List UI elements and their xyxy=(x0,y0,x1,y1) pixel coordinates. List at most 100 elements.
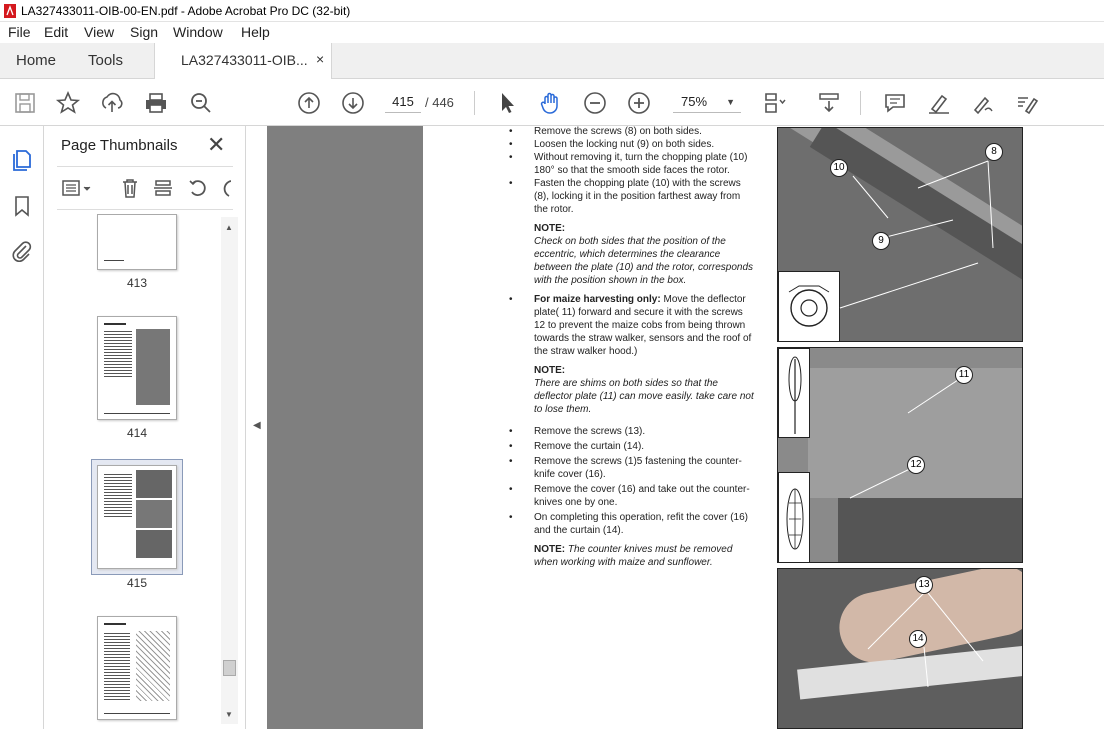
scrollbar-thumb[interactable] xyxy=(223,660,236,676)
page-total: / 446 xyxy=(425,95,454,110)
callout-13: 13 xyxy=(915,576,933,594)
attachments-paperclip-icon[interactable] xyxy=(10,239,34,263)
list-item-text: Loosen the locking nut (9) on both sides… xyxy=(534,139,715,150)
print-icon[interactable] xyxy=(143,90,169,116)
note-title: NOTE: xyxy=(534,365,566,376)
note-text: Check on both sides that the position of… xyxy=(534,236,754,286)
upload-icon[interactable] xyxy=(99,90,125,116)
list-item: • Remove the cover (16) and take out the … xyxy=(509,484,750,508)
highlight-pen-icon[interactable] xyxy=(926,90,952,116)
zoom-out-icon[interactable] xyxy=(582,90,608,116)
list-item-text: Fasten the chopping plate (10) with the … xyxy=(534,178,741,215)
thumbnail-scrollbar[interactable]: ▲ ▼ xyxy=(221,217,238,724)
callout-14: 14 xyxy=(909,630,927,648)
list-item: • Without removing it, turn the chopping … xyxy=(509,152,748,176)
note-block: NOTE: The counter knives must be removed… xyxy=(509,543,754,569)
draw-sign-icon[interactable] xyxy=(970,90,996,116)
menu-help[interactable]: Help xyxy=(241,24,270,40)
list-item-text: Remove the screws (8) on both sides. xyxy=(534,126,702,137)
page-thumbnail[interactable] xyxy=(97,616,177,720)
hand-tool-icon[interactable] xyxy=(538,90,564,116)
extract-pages-icon[interactable] xyxy=(152,177,174,199)
callout-8: 8 xyxy=(985,143,1003,161)
toolbar-divider xyxy=(474,91,475,115)
thumbnail-list: 413 414 415 xyxy=(45,214,231,724)
list-item-text: Remove the curtain (14). xyxy=(534,441,645,452)
menu-edit[interactable]: Edit xyxy=(44,24,68,40)
list-item: • Remove the curtain (14). xyxy=(509,441,645,452)
scroll-mode-icon[interactable] xyxy=(816,90,842,116)
menu-window[interactable]: Window xyxy=(173,24,223,40)
left-navigation-rail xyxy=(0,126,44,729)
page-thumbnails-panel: Page Thumbnails ✕ 413 414 415 ▲ ▼ xyxy=(45,126,245,729)
maize-heading: For maize harvesting only: xyxy=(534,294,661,305)
list-item-text: Remove the screws (13). xyxy=(534,426,646,437)
tab-document-label: LA327433011-OIB... xyxy=(181,52,308,68)
page-up-icon[interactable] xyxy=(296,90,322,116)
zoom-level-select[interactable]: 75% ▼ xyxy=(673,91,741,113)
tab-tools[interactable]: Tools xyxy=(88,52,123,69)
delete-pages-icon[interactable] xyxy=(119,177,141,199)
title-bar: LA327433011-OIB-00-EN.pdf - Adobe Acroba… xyxy=(0,0,1104,22)
scroll-down-arrow-icon[interactable]: ▼ xyxy=(225,710,233,719)
chevron-down-icon: ▼ xyxy=(726,97,735,107)
thumbnail-toolbar xyxy=(57,166,233,210)
thumbnail-options-menu-icon[interactable] xyxy=(61,177,95,199)
page-thumbnail-label: 414 xyxy=(126,426,148,440)
comment-icon[interactable] xyxy=(882,90,908,116)
select-cursor-icon[interactable] xyxy=(494,90,520,116)
bookmarks-icon[interactable] xyxy=(10,194,34,218)
tab-document[interactable]: LA327433011-OIB... × xyxy=(154,43,332,79)
note-text: There are shims on both sides so that th… xyxy=(534,378,754,415)
zoom-search-icon[interactable] xyxy=(188,90,214,116)
page-thumbnail-label: 413 xyxy=(126,276,148,290)
callout-10: 10 xyxy=(830,159,848,177)
note-block: NOTE: There are shims on both sides so t… xyxy=(509,364,754,416)
list-item: • Remove the screws (8) on both sides. xyxy=(509,126,702,137)
toolbar-divider xyxy=(860,91,861,115)
save-icon[interactable] xyxy=(12,90,38,116)
page-down-icon[interactable] xyxy=(340,90,366,116)
fill-sign-icon[interactable] xyxy=(1014,90,1040,116)
list-item-text: On completing this operation, refit the … xyxy=(534,512,748,536)
list-item-text: Remove the cover (16) and take out the c… xyxy=(534,484,750,508)
list-item: • Loosen the locking nut (9) on both side… xyxy=(509,139,715,150)
tab-close-icon[interactable]: × xyxy=(316,51,324,67)
list-item: • Remove the screws (1)5 fastening the co… xyxy=(509,456,742,480)
scroll-up-arrow-icon[interactable]: ▲ xyxy=(225,223,233,232)
collapse-left-arrow-icon[interactable]: ◀ xyxy=(253,420,261,431)
bookmark-star-icon[interactable] xyxy=(55,90,81,116)
page-thumbnail[interactable] xyxy=(97,316,177,420)
panel-close-icon[interactable]: ✕ xyxy=(207,132,225,158)
page-thumbnail[interactable] xyxy=(97,214,177,270)
tab-home[interactable]: Home xyxy=(16,52,56,69)
menu-view[interactable]: View xyxy=(84,24,114,40)
note-block: NOTE: Check on both sides that the posit… xyxy=(509,222,754,287)
note-title: NOTE: xyxy=(534,223,566,234)
menu-file[interactable]: File xyxy=(8,24,31,40)
list-item: • Remove the screws (13). xyxy=(509,426,646,437)
figure-counter-knife-photo xyxy=(777,568,1023,729)
rotate-counterclockwise-icon[interactable] xyxy=(187,177,209,199)
page-thumbnail-selected[interactable] xyxy=(97,465,177,569)
page-thumbnails-icon[interactable] xyxy=(10,148,34,172)
figure-chopping-plate-photo xyxy=(777,127,1023,342)
list-item-text: Without removing it, turn the chopping p… xyxy=(534,152,748,176)
callout-9: 9 xyxy=(872,232,890,250)
rotate-clockwise-icon[interactable] xyxy=(217,177,231,199)
instructions-block-2: • Remove the screws (13). • Remove the cur… xyxy=(509,425,754,537)
note-title: NOTE: xyxy=(534,544,566,555)
instructions-block-1: • Remove the screws (8) on both sides. • L… xyxy=(509,125,754,569)
menu-sign[interactable]: Sign xyxy=(130,24,158,40)
list-item-text: Remove the screws (1)5 fastening the cou… xyxy=(534,456,742,480)
page-layout-icon[interactable] xyxy=(762,90,788,116)
page-number-input[interactable]: 415 xyxy=(385,91,421,113)
callout-12: 12 xyxy=(907,456,925,474)
panel-collapse-handle[interactable]: ◀ xyxy=(245,126,267,729)
list-item: • On completing this operation, refit the… xyxy=(509,512,748,536)
list-item: • Fasten the chopping plate (10) with the… xyxy=(509,178,741,215)
zoom-in-icon[interactable] xyxy=(626,90,652,116)
callout-11: 11 xyxy=(955,366,973,384)
window-title: LA327433011-OIB-00-EN.pdf - Adobe Acroba… xyxy=(21,4,351,18)
menu-bar: File Edit View Sign Window Help xyxy=(0,22,1104,43)
